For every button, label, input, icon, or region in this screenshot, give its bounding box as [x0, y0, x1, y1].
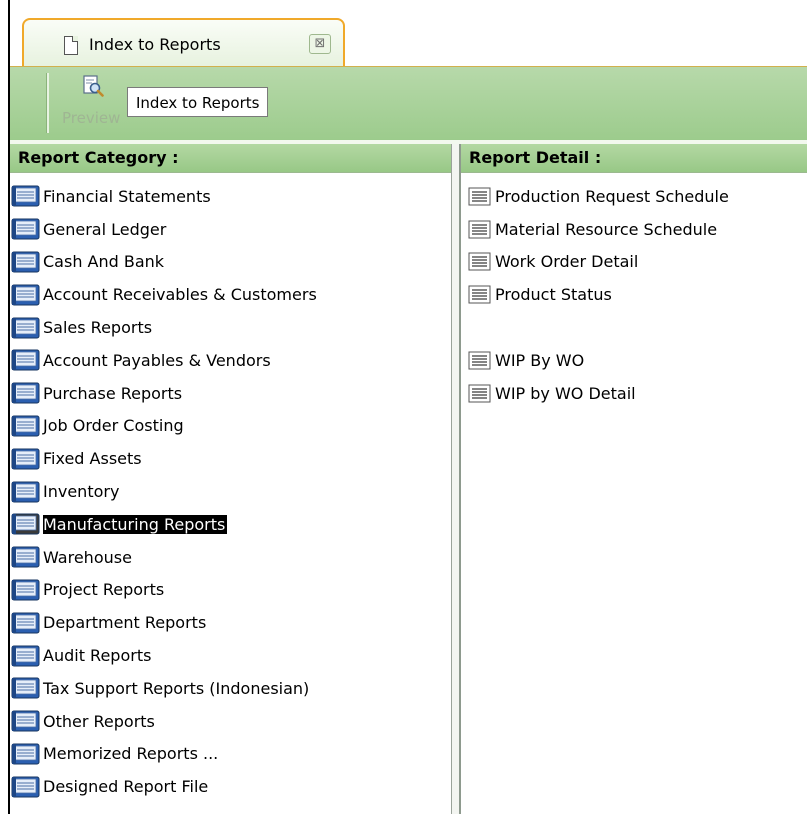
detail-item[interactable]: WIP by WO Detail	[461, 377, 807, 410]
report-book-icon	[11, 317, 40, 339]
category-item-label: Inventory	[43, 482, 120, 502]
detail-list-spacer	[461, 311, 807, 344]
category-item[interactable]: Financial Statements	[10, 180, 451, 213]
report-document-icon	[468, 252, 491, 271]
report-book-icon	[11, 710, 40, 732]
category-item[interactable]: Inventory	[10, 475, 451, 508]
report-book-icon	[11, 185, 40, 207]
report-book-icon	[11, 415, 40, 437]
category-item-label: Fixed Assets	[43, 449, 142, 469]
category-item-label: Designed Report File	[43, 777, 209, 797]
report-book-icon	[11, 612, 40, 634]
detail-item-label: WIP by WO Detail	[495, 383, 636, 403]
category-item[interactable]: Designed Report File	[10, 770, 451, 803]
category-item-label: Department Reports	[43, 613, 207, 633]
detail-item[interactable]: Material Resource Schedule	[461, 213, 807, 246]
detail-item-label: Work Order Detail	[495, 252, 639, 272]
report-category-list: Financial Statements General Ledger Cash A…	[10, 180, 451, 803]
toolbar-separator	[46, 73, 49, 133]
report-category-panel: Report Category : Financial Statements Ge…	[10, 144, 452, 814]
report-book-icon	[11, 251, 40, 273]
report-book-icon	[11, 677, 40, 699]
report-book-icon	[11, 546, 40, 568]
category-item-label: Tax Support Reports (Indonesian)	[43, 678, 310, 698]
document-icon	[64, 36, 78, 55]
category-item-label: Job Order Costing	[43, 416, 184, 436]
category-item-label: Project Reports	[43, 580, 165, 600]
category-item-label: Sales Reports	[43, 318, 153, 338]
detail-item[interactable]: WIP By WO	[461, 344, 807, 377]
report-book-icon	[11, 448, 40, 470]
category-item[interactable]: Fixed Assets	[10, 442, 451, 475]
category-item[interactable]: Job Order Costing	[10, 410, 451, 443]
category-item[interactable]: Tax Support Reports (Indonesian)	[10, 672, 451, 705]
report-document-icon	[468, 285, 491, 304]
detail-item-label: Material Resource Schedule	[495, 219, 718, 239]
category-item[interactable]: Cash And Bank	[10, 246, 451, 279]
category-item-label: Purchase Reports	[43, 383, 183, 403]
category-item-label: Manufacturing Reports	[43, 514, 228, 534]
category-item[interactable]: Purchase Reports	[10, 377, 451, 410]
report-book-icon	[11, 776, 40, 798]
report-book-icon	[11, 579, 40, 601]
category-item[interactable]: Account Payables & Vendors	[10, 344, 451, 377]
category-item[interactable]: Department Reports	[10, 606, 451, 639]
category-item-label: Warehouse	[43, 547, 132, 567]
category-item[interactable]: Account Receivables & Customers	[10, 278, 451, 311]
report-book-icon	[11, 645, 40, 667]
report-detail-header: Report Detail :	[461, 144, 807, 173]
preview-magnifier-icon	[83, 75, 104, 97]
tooltip: Index to Reports	[127, 87, 269, 117]
category-item-label: Memorized Reports ...	[43, 744, 219, 764]
category-item-label: Other Reports	[43, 711, 155, 731]
report-book-icon	[11, 481, 40, 503]
category-item-label: Cash And Bank	[43, 252, 165, 272]
report-book-icon	[11, 513, 40, 535]
report-document-icon	[468, 187, 491, 206]
preview-label: Preview	[62, 109, 121, 127]
report-book-icon	[11, 349, 40, 371]
category-item-label: Account Receivables & Customers	[43, 285, 317, 305]
detail-item-label: WIP By WO	[495, 350, 585, 370]
category-item[interactable]: Sales Reports	[10, 311, 451, 344]
tab-index-to-reports[interactable]: Index to Reports ⊠	[22, 18, 345, 66]
report-book-icon	[11, 743, 40, 765]
report-document-icon	[468, 351, 491, 370]
detail-item[interactable]: Work Order Detail	[461, 246, 807, 279]
category-item-label: Audit Reports	[43, 646, 152, 666]
report-document-icon	[468, 384, 491, 403]
report-book-icon	[11, 382, 40, 404]
category-item-label: General Ledger	[43, 219, 167, 239]
panel-divider[interactable]	[452, 144, 459, 814]
category-item[interactable]: Project Reports	[10, 574, 451, 607]
category-item[interactable]: Manufacturing Reports	[10, 508, 451, 541]
category-item[interactable]: Memorized Reports ...	[10, 738, 451, 771]
report-detail-panel: Report Detail : Production Request Sched…	[459, 144, 807, 814]
category-item[interactable]: General Ledger	[10, 213, 451, 246]
category-item-label: Account Payables & Vendors	[43, 350, 271, 370]
category-item[interactable]: Other Reports	[10, 705, 451, 738]
report-document-icon	[468, 220, 491, 239]
index-to-reports-window: Index to Reports ⊠ Preview Index to Repo…	[0, 0, 807, 814]
report-detail-list: Production Request Schedule Material Reso…	[461, 180, 807, 410]
detail-item[interactable]: Product Status	[461, 278, 807, 311]
detail-item-label: Product Status	[495, 285, 612, 305]
category-item[interactable]: Warehouse	[10, 541, 451, 574]
detail-item-label: Production Request Schedule	[495, 186, 729, 206]
category-item[interactable]: Audit Reports	[10, 639, 451, 672]
toolbar: Preview Index to Reports	[10, 66, 807, 141]
category-item-label: Financial Statements	[43, 186, 211, 206]
report-book-icon	[11, 218, 40, 240]
detail-item[interactable]: Production Request Schedule	[461, 180, 807, 213]
tab-title: Index to Reports	[89, 35, 221, 54]
tab-strip: Index to Reports ⊠	[10, 0, 807, 66]
report-category-header: Report Category :	[10, 144, 451, 173]
close-icon[interactable]: ⊠	[309, 34, 331, 54]
report-book-icon	[11, 284, 40, 306]
